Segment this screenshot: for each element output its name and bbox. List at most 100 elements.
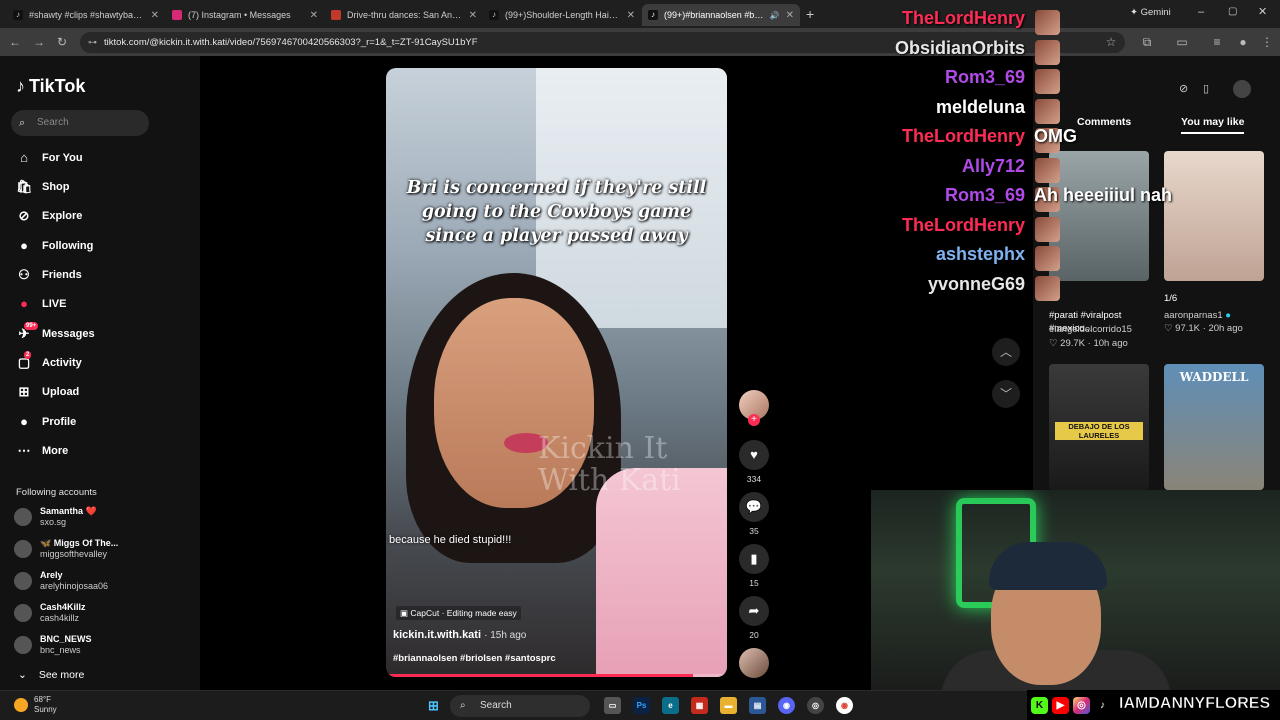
following-account[interactable]: Cash4Killz cash4killz	[14, 600, 86, 626]
tiktok-note-icon: ♪	[16, 76, 25, 96]
video-progress-bar[interactable]	[386, 674, 727, 677]
sidebar-item-explore[interactable]: ⊘ Explore	[16, 206, 83, 226]
tab-4[interactable]: ♪ (99+)#briannaolsen #brio 🔊 ✕	[642, 4, 800, 26]
comment-count: 35	[749, 526, 759, 536]
following-accounts-heading: Following accounts	[16, 487, 97, 498]
split-view-icon[interactable]: ▭	[1175, 35, 1189, 49]
taskbar-search[interactable]: ⌕ Search	[450, 695, 590, 717]
share-button[interactable]: ➦ 20	[738, 596, 770, 640]
friends-icon: ⚇	[18, 267, 30, 282]
video-player[interactable]: Kickin It With Kati Bri is concerned if …	[386, 68, 727, 677]
close-tab-icon[interactable]: ✕	[151, 10, 159, 21]
sidebar-item-more[interactable]: ⋯ More	[16, 441, 69, 461]
suggested-video-caption[interactable]: 1/6	[1164, 292, 1177, 305]
tab-1[interactable]: (7) Instagram • Messages ✕	[166, 4, 324, 26]
sidebar-item-friends[interactable]: ⚇ Friends	[16, 265, 82, 285]
store-icon[interactable]: ▦	[691, 697, 708, 714]
follow-plus-icon[interactable]: +	[748, 414, 760, 426]
suggested-video-author[interactable]: aaronparnas1 ●	[1164, 309, 1231, 322]
gemini-button[interactable]: ✦ Gemini	[1130, 7, 1171, 18]
edge-icon[interactable]: e	[662, 697, 679, 714]
suggested-video-author[interactable]: elangeldelcorrido15	[1049, 323, 1132, 336]
minimize-button[interactable]: –	[1198, 6, 1204, 18]
explore-icon[interactable]: ⊘	[1179, 82, 1188, 95]
next-video-button[interactable]: ﹀	[992, 380, 1020, 408]
sidebar-item-messages[interactable]: ✈ 99+ Messages	[16, 322, 95, 344]
weather-temp: 68°F	[34, 695, 51, 704]
back-button[interactable]: ←	[8, 35, 22, 49]
save-button[interactable]: ▮ 15	[738, 544, 770, 588]
like-button[interactable]: ♥ 334	[738, 440, 770, 484]
tiktok-logo[interactable]: ♪ TikTok	[16, 76, 85, 97]
suggested-video-thumbnail[interactable]	[1164, 151, 1264, 281]
news-icon	[331, 10, 341, 20]
chat-avatar	[1035, 217, 1060, 242]
close-tab-icon[interactable]: ✕	[627, 10, 635, 21]
following-account[interactable]: Arely arelyhinojosaa06	[14, 568, 108, 594]
sidebar-item-profile[interactable]: ● Profile	[16, 412, 76, 432]
device-icon[interactable]: ▯	[1203, 82, 1209, 95]
following-account[interactable]: Samantha ❤️ sxo.sg	[14, 504, 97, 530]
sidebar-item-shop[interactable]: 🛍 Shop	[16, 177, 70, 197]
speaker-icon[interactable]: 🔊	[770, 11, 780, 20]
bookmark-star-icon[interactable]: ☆	[1104, 35, 1118, 49]
user-avatar[interactable]	[1233, 80, 1251, 98]
creator-avatar-button[interactable]: +	[738, 390, 770, 426]
chat-message: Ah heeeiiiul nah	[1034, 185, 1173, 205]
sidepanel-icon[interactable]: ≡	[1210, 35, 1224, 49]
new-tab-button[interactable]: +	[806, 6, 814, 22]
maximize-button[interactable]: ▢	[1228, 6, 1237, 17]
see-more-button[interactable]: ⌄ See more	[18, 669, 84, 681]
chat-avatar	[1035, 40, 1060, 65]
video-hashtags[interactable]: #briannaolsen #briolsen #santosprc	[393, 653, 556, 664]
chrome-icon[interactable]: ◉	[836, 697, 853, 714]
sidebar-item-following[interactable]: ● Following	[16, 236, 93, 256]
reload-button[interactable]: ↻	[55, 35, 69, 49]
account-name: 🦋 Miggs Of The...	[40, 538, 119, 548]
previous-video-button[interactable]: ︿	[992, 338, 1020, 366]
obs-icon[interactable]: ◎	[807, 697, 824, 714]
following-account[interactable]: BNC_NEWS bnc_news	[14, 632, 92, 658]
suggested-video-thumbnail[interactable]: WADDELL	[1164, 364, 1264, 490]
tiktok-sidebar: ♪ TikTok ⌕ Search ⌂ For You 🛍 Shop ⊘ Explore ●…	[0, 56, 200, 690]
gemini-icon: ✦	[1130, 7, 1138, 18]
following-account[interactable]: 🦋 Miggs Of The... miggsofthevalley	[14, 536, 118, 562]
tab-2[interactable]: Drive-thru dances: San Antonio ✕	[325, 4, 483, 26]
windows-start-icon[interactable]: ⊞	[425, 697, 442, 714]
profile-avatar[interactable]: ●	[1236, 35, 1250, 49]
tab-3[interactable]: ♪ (99+)Shoulder-Length Hair Sty ✕	[483, 4, 641, 26]
tab-you-may-like[interactable]: You may like	[1181, 116, 1245, 134]
discord-icon[interactable]: ◉	[778, 697, 795, 714]
sidebar-item-upload[interactable]: ⊞ Upload	[16, 382, 80, 402]
file-explorer-icon[interactable]: ▬	[720, 697, 737, 714]
forward-button[interactable]: →	[32, 35, 46, 49]
task-view-icon[interactable]: ▭	[604, 697, 621, 714]
sidebar-item-live[interactable]: ● LIVE	[16, 294, 66, 314]
sidebar-item-for-you[interactable]: ⌂ For You	[16, 148, 82, 168]
chat-message: OMG	[1034, 126, 1077, 146]
capcut-link[interactable]: ▣ CapCut · Editing made easy	[396, 606, 521, 620]
search-input[interactable]: ⌕ Search	[11, 110, 149, 136]
sidebar-item-activity[interactable]: ▢ 2 Activity	[16, 351, 82, 373]
close-window-button[interactable]: ✕	[1258, 5, 1267, 18]
extensions-icon[interactable]: ⧉	[1140, 35, 1154, 49]
verified-icon: ●	[1225, 310, 1232, 321]
browser-menu-icon[interactable]: ⋮	[1260, 35, 1274, 49]
tab-comments[interactable]: Comments	[1077, 116, 1131, 128]
comment-button[interactable]: 💬 35	[738, 492, 770, 536]
close-tab-icon[interactable]: ✕	[469, 10, 477, 21]
site-info-icon[interactable]: ⊶	[88, 32, 97, 53]
suggested-video-thumbnail[interactable]	[1049, 151, 1149, 281]
instagram-icon	[172, 10, 182, 20]
app-icon[interactable]: ▤	[749, 697, 766, 714]
close-tab-icon[interactable]: ✕	[310, 10, 318, 21]
webcam-streamer-cap	[989, 542, 1107, 590]
suggested-video-thumbnail[interactable]: DEBAJO DE LOS LAURELES	[1049, 364, 1149, 490]
close-tab-icon[interactable]: ✕	[786, 10, 794, 21]
tab-0[interactable]: ♪ #shawty #clips #shawtybae #p ✕	[7, 4, 165, 26]
weather-widget[interactable]: 68°F Sunny	[14, 695, 57, 715]
sound-avatar-button[interactable]	[738, 648, 770, 678]
video-author[interactable]: kickin.it.with.kati · 15h ago	[393, 629, 526, 641]
photoshop-icon[interactable]: Ps	[633, 697, 650, 714]
tiktok-icon: ♪	[489, 10, 499, 20]
